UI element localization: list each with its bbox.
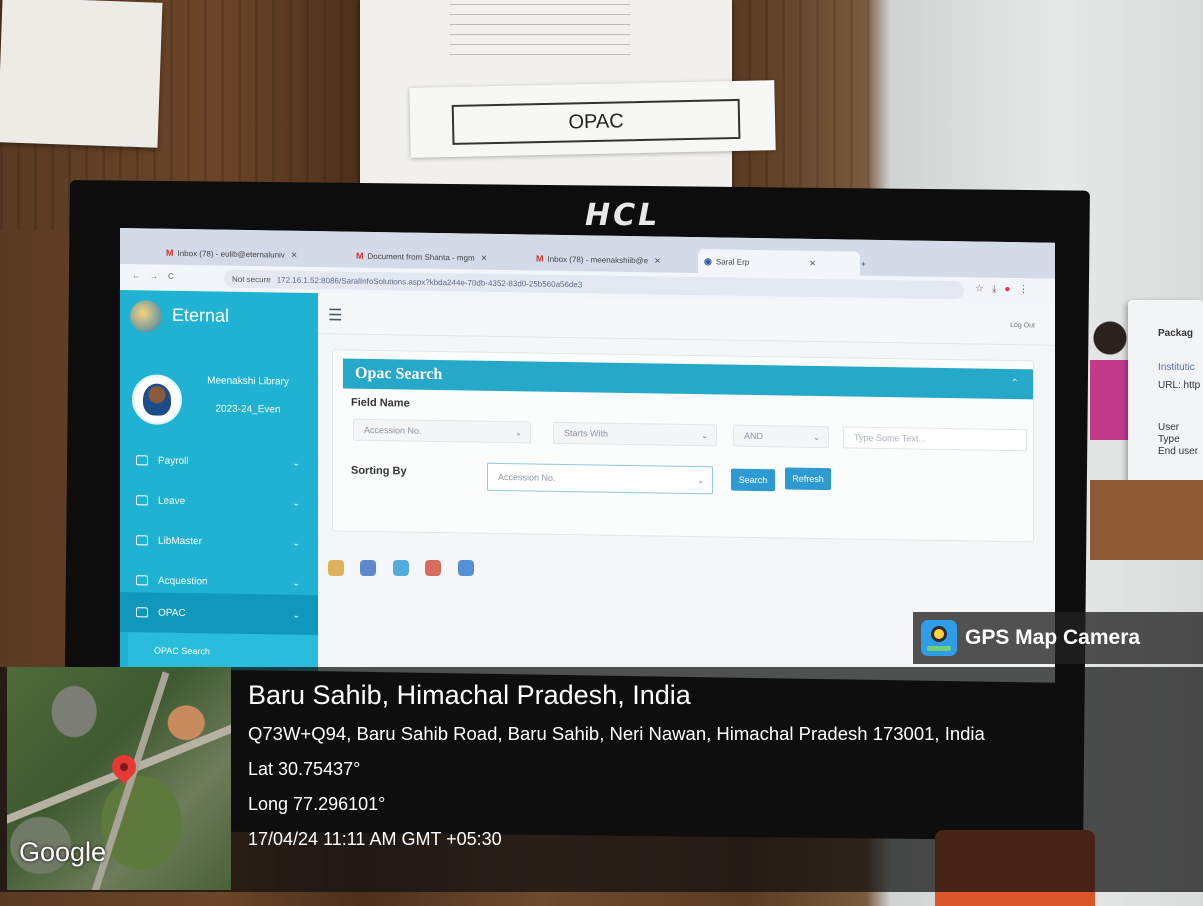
- user-name: Meenakshi Library: [207, 375, 289, 388]
- chevron-down-icon: ⌄: [292, 497, 300, 508]
- close-icon[interactable]: ✕: [481, 253, 488, 262]
- gps-app-name: GPS Map Camera: [965, 626, 1141, 649]
- edit-icon: [136, 535, 148, 546]
- hamburger-menu-icon[interactable]: ☰: [328, 305, 342, 325]
- chevron-down-icon: ⌄: [292, 457, 300, 468]
- gps-map-camera-icon: [921, 620, 957, 656]
- location-place: Baru Sahib, Himachal Pradesh, India: [248, 680, 691, 710]
- field-name-select[interactable]: Accession No. ⌄: [353, 418, 531, 444]
- avatar: [132, 374, 182, 425]
- search-button[interactable]: Search: [731, 468, 775, 492]
- panel-title: Opac Search: [355, 364, 443, 384]
- session-label: 2023-24_Even: [215, 403, 281, 416]
- chevron-down-icon: ⌄: [515, 427, 522, 437]
- monitor-brand: HCL: [585, 198, 661, 233]
- field-name-label: Field Name: [351, 396, 410, 410]
- chevron-down-icon: ⌄: [697, 475, 704, 485]
- sorting-by-label: Sorting By: [351, 464, 407, 478]
- tab-inbox-eulib[interactable]: M Inbox (78) - eulib@eternaluniv ✕: [160, 241, 342, 268]
- location-latitude: Lat 30.75437°: [248, 759, 361, 779]
- sidebar: Eternal Meenakshi Library 2023-24_Even P…: [120, 290, 318, 672]
- tab-label: Document from Shanta - mgm: [367, 251, 475, 263]
- close-icon[interactable]: ✕: [291, 250, 298, 259]
- select-value: Accession No.: [498, 471, 556, 483]
- taskbar-app-icon[interactable]: [392, 560, 409, 576]
- sidebar-item-opac[interactable]: OPAC ⌄: [120, 592, 318, 636]
- sorting-select[interactable]: Accession No. ⌄: [487, 462, 713, 495]
- search-text-input[interactable]: Type Some Text...: [843, 426, 1027, 452]
- browser-action-icons[interactable]: ☆⤓●⋮: [975, 283, 1036, 295]
- location-timestamp: 17/04/24 11:11 AM GMT +05:30: [248, 829, 502, 849]
- edit-icon: [136, 455, 148, 466]
- operator-select[interactable]: AND ⌄: [733, 424, 829, 449]
- chevron-down-icon: ⌄: [292, 609, 300, 620]
- edit-icon: [136, 575, 148, 586]
- sidebar-item-label: OPAC: [158, 607, 186, 619]
- opac-search-panel: Opac Search ⌃ Field Name Accession No. ⌄…: [332, 349, 1034, 543]
- close-icon[interactable]: ✕: [809, 258, 816, 267]
- logout-link[interactable]: Log Out: [1010, 322, 1035, 329]
- person: [1090, 320, 1130, 440]
- satellite-map-thumbnail: Google: [7, 667, 231, 890]
- refresh-button[interactable]: Refresh: [785, 467, 831, 491]
- sidebar-item-label: Acquestion: [158, 575, 208, 587]
- taskbar: [322, 548, 882, 588]
- sidebar-item-label: LibMaster: [158, 535, 202, 547]
- gmail-icon: M: [166, 247, 174, 258]
- opac-sign: OPAC: [409, 80, 776, 158]
- select-value: Starts With: [564, 427, 609, 439]
- new-tab-button[interactable]: +: [855, 252, 887, 277]
- navigation-icons[interactable]: ←→C: [132, 271, 184, 281]
- file-explorer-icon[interactable]: [328, 560, 344, 576]
- chevron-down-icon: ⌄: [292, 537, 300, 548]
- select-value: Accession No.: [364, 424, 422, 436]
- app-name: Eternal: [172, 304, 230, 326]
- not-secure-label: Not secure: [232, 274, 271, 284]
- edge-icon[interactable]: [457, 560, 474, 576]
- url-text: 172.16.1.52:8086/SaralInfoSolutions.aspx…: [276, 274, 583, 289]
- edit-icon: [136, 607, 148, 618]
- tab-label: Saral Erp: [715, 256, 750, 267]
- taskbar-app-icon[interactable]: [360, 560, 377, 576]
- tab-label: Inbox (78) - eulib@eternaluniv: [177, 248, 285, 260]
- gmail-icon: M: [356, 250, 364, 261]
- desk-sign: Packag Institutic URL: http User Type En…: [1128, 300, 1203, 485]
- condition-select[interactable]: Starts With ⌄: [553, 421, 717, 447]
- opac-sign-label: OPAC: [451, 98, 741, 145]
- tab-document[interactable]: M Document from Shanta - mgm ✕: [350, 244, 532, 271]
- input-placeholder: Type Some Text...: [854, 432, 926, 444]
- chevron-down-icon: ⌄: [701, 430, 708, 440]
- tab-inbox-meenakshi[interactable]: M Inbox (78) - meenakshiib@e ✕: [530, 246, 702, 273]
- sidebar-item-leave[interactable]: Leave ⌄: [120, 480, 318, 523]
- sidebar-item-libmaster[interactable]: LibMaster ⌄: [120, 520, 318, 563]
- close-icon[interactable]: ✕: [654, 256, 661, 265]
- app-logo: [130, 300, 162, 333]
- chevron-up-icon[interactable]: ⌃: [1011, 378, 1019, 389]
- location-address: Q73W+Q94, Baru Sahib Road, Baru Sahib, N…: [248, 723, 985, 744]
- map-attribution: Google: [19, 837, 107, 867]
- wall-paper-left: [0, 0, 163, 148]
- gmail-icon: M: [536, 253, 544, 264]
- sidebar-item-label: Payroll: [158, 455, 189, 467]
- chevron-down-icon: ⌄: [813, 432, 820, 442]
- select-value: AND: [744, 430, 764, 442]
- sidebar-item-label: Leave: [158, 495, 186, 507]
- sidebar-item-payroll[interactable]: Payroll ⌄: [120, 440, 318, 483]
- gps-map-camera-badge: GPS Map Camera: [913, 612, 1203, 664]
- panel-header: Opac Search ⌃: [343, 358, 1033, 400]
- edit-icon: [136, 495, 148, 506]
- desk: [1090, 480, 1203, 560]
- tab-label: Inbox (78) - meenakshiib@e: [547, 254, 649, 265]
- chevron-down-icon: ⌄: [292, 577, 300, 588]
- location-longitude: Long 77.296101°: [248, 794, 386, 814]
- sidebar-subitem-opac-search[interactable]: OPAC Search: [128, 632, 318, 672]
- tab-saral-erp[interactable]: ◉ Saral Erp ✕: [698, 249, 860, 276]
- chrome-icon[interactable]: [425, 560, 442, 576]
- globe-icon: ◉: [704, 255, 712, 266]
